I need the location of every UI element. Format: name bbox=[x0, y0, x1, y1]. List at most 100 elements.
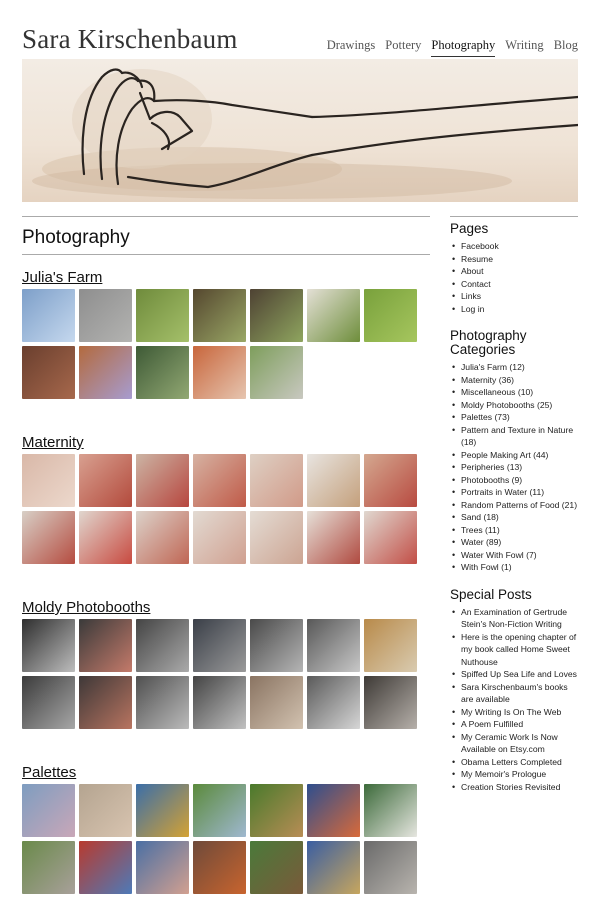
nav-photography[interactable]: Photography bbox=[431, 38, 496, 57]
photo-thumbnail[interactable] bbox=[364, 511, 417, 564]
category-link[interactable]: Julia's Farm (12) bbox=[450, 361, 578, 374]
pages-link[interactable]: Links bbox=[450, 290, 578, 303]
photo-thumbnail[interactable] bbox=[193, 346, 246, 399]
photo-thumbnail[interactable] bbox=[250, 619, 303, 672]
category-link[interactable]: With Fowl (1) bbox=[450, 561, 578, 574]
photo-thumbnail[interactable] bbox=[136, 619, 189, 672]
photo-thumbnail[interactable] bbox=[79, 289, 132, 342]
photo-thumbnail[interactable] bbox=[79, 841, 132, 894]
photo-thumbnail[interactable] bbox=[307, 676, 360, 729]
pages-link[interactable]: Facebook bbox=[450, 240, 578, 253]
category-link[interactable]: Moldy Photobooths (25) bbox=[450, 399, 578, 412]
special-post-link[interactable]: An Examination of Gertrude Stein's Non-F… bbox=[450, 606, 578, 631]
photo-thumbnail[interactable] bbox=[79, 619, 132, 672]
category-link[interactable]: Peripheries (13) bbox=[450, 461, 578, 474]
main-nav: Drawings Pottery Photography Writing Blo… bbox=[327, 38, 578, 57]
photo-thumbnail[interactable] bbox=[193, 454, 246, 507]
category-link[interactable]: Pattern and Texture in Nature (18) bbox=[450, 424, 578, 449]
gallery-title[interactable]: Maternity bbox=[22, 434, 430, 451]
photo-thumbnail[interactable] bbox=[250, 841, 303, 894]
nav-pottery[interactable]: Pottery bbox=[385, 38, 421, 57]
photo-thumbnail[interactable] bbox=[136, 784, 189, 837]
photo-thumbnail[interactable] bbox=[136, 676, 189, 729]
gallery-moldy-photobooths: Moldy Photobooths bbox=[22, 599, 430, 729]
photo-thumbnail[interactable] bbox=[193, 289, 246, 342]
special-post-link[interactable]: Obama Letters Completed bbox=[450, 756, 578, 769]
special-post-link[interactable]: A Poem Fulfilled bbox=[450, 718, 578, 731]
category-link[interactable]: Water (89) bbox=[450, 536, 578, 549]
special-post-link[interactable]: My Memoir's Prologue bbox=[450, 768, 578, 781]
photo-thumbnail[interactable] bbox=[364, 676, 417, 729]
photo-thumbnail[interactable] bbox=[307, 619, 360, 672]
photo-thumbnail[interactable] bbox=[136, 454, 189, 507]
photo-thumbnail[interactable] bbox=[307, 511, 360, 564]
special-post-link[interactable]: Sara Kirschenbaum's books are available bbox=[450, 681, 578, 706]
photo-thumbnail[interactable] bbox=[364, 619, 417, 672]
photo-thumbnail[interactable] bbox=[136, 511, 189, 564]
photo-thumbnail[interactable] bbox=[193, 619, 246, 672]
pages-link[interactable]: Contact bbox=[450, 278, 578, 291]
nav-drawings[interactable]: Drawings bbox=[327, 38, 376, 57]
category-link[interactable]: People Making Art (44) bbox=[450, 449, 578, 462]
category-link[interactable]: Sand (18) bbox=[450, 511, 578, 524]
photo-thumbnail[interactable] bbox=[193, 511, 246, 564]
photo-thumbnail[interactable] bbox=[22, 841, 75, 894]
main-content: Photography bbox=[22, 216, 430, 255]
category-link[interactable]: Maternity (36) bbox=[450, 374, 578, 387]
photo-thumbnail[interactable] bbox=[250, 346, 303, 399]
photo-thumbnail[interactable] bbox=[79, 454, 132, 507]
photo-thumbnail[interactable] bbox=[364, 784, 417, 837]
photo-thumbnail[interactable] bbox=[193, 841, 246, 894]
photo-thumbnail[interactable] bbox=[307, 784, 360, 837]
photo-thumbnail[interactable] bbox=[136, 289, 189, 342]
site-title[interactable]: Sara Kirschenbaum bbox=[22, 24, 238, 55]
pages-link[interactable]: Log in bbox=[450, 303, 578, 316]
category-link[interactable]: Palettes (73) bbox=[450, 411, 578, 424]
category-link[interactable]: Miscellaneous (10) bbox=[450, 386, 578, 399]
photo-thumbnail[interactable] bbox=[307, 454, 360, 507]
category-link[interactable]: Photobooths (9) bbox=[450, 474, 578, 487]
photo-thumbnail[interactable] bbox=[364, 841, 417, 894]
photo-thumbnail[interactable] bbox=[193, 784, 246, 837]
photo-thumbnail[interactable] bbox=[364, 289, 417, 342]
photo-thumbnail[interactable] bbox=[79, 346, 132, 399]
special-post-link[interactable]: Spiffed Up Sea Life and Loves bbox=[450, 668, 578, 681]
special-post-link[interactable]: Here is the opening chapter of my book c… bbox=[450, 631, 578, 669]
photo-thumbnail[interactable] bbox=[79, 511, 132, 564]
category-link[interactable]: Water With Fowl (7) bbox=[450, 549, 578, 562]
gallery-title[interactable]: Moldy Photobooths bbox=[22, 599, 430, 616]
photo-thumbnail[interactable] bbox=[193, 676, 246, 729]
pages-link[interactable]: About bbox=[450, 265, 578, 278]
photo-thumbnail[interactable] bbox=[79, 784, 132, 837]
photo-thumbnail[interactable] bbox=[22, 784, 75, 837]
photo-thumbnail[interactable] bbox=[250, 289, 303, 342]
photo-thumbnail[interactable] bbox=[307, 841, 360, 894]
special-post-link[interactable]: My Ceramic Work Is Now Available on Etsy… bbox=[450, 731, 578, 756]
photo-thumbnail[interactable] bbox=[307, 289, 360, 342]
category-link[interactable]: Trees (11) bbox=[450, 524, 578, 537]
photo-thumbnail[interactable] bbox=[136, 841, 189, 894]
pages-link[interactable]: Resume bbox=[450, 253, 578, 266]
photo-thumbnail[interactable] bbox=[22, 346, 75, 399]
special-post-link[interactable]: Creation Stories Revisited bbox=[450, 781, 578, 794]
photo-thumbnail[interactable] bbox=[22, 619, 75, 672]
photo-thumbnail[interactable] bbox=[22, 289, 75, 342]
nav-writing[interactable]: Writing bbox=[505, 38, 543, 57]
special-post-link[interactable]: My Writing Is On The Web bbox=[450, 706, 578, 719]
nav-blog[interactable]: Blog bbox=[554, 38, 578, 57]
gallery-title[interactable]: Julia's Farm bbox=[22, 269, 430, 286]
photo-thumbnail[interactable] bbox=[250, 784, 303, 837]
photo-thumbnail[interactable] bbox=[22, 511, 75, 564]
photo-thumbnail[interactable] bbox=[79, 676, 132, 729]
photo-thumbnail[interactable] bbox=[136, 346, 189, 399]
photo-thumbnail[interactable] bbox=[250, 676, 303, 729]
gallery-maternity: Maternity bbox=[22, 434, 430, 564]
category-link[interactable]: Random Patterns of Food (21) bbox=[450, 499, 578, 512]
photo-thumbnail[interactable] bbox=[22, 454, 75, 507]
category-link[interactable]: Portraits in Water (11) bbox=[450, 486, 578, 499]
photo-thumbnail[interactable] bbox=[250, 511, 303, 564]
gallery-title[interactable]: Palettes bbox=[22, 764, 430, 781]
photo-thumbnail[interactable] bbox=[250, 454, 303, 507]
photo-thumbnail[interactable] bbox=[364, 454, 417, 507]
photo-thumbnail[interactable] bbox=[22, 676, 75, 729]
